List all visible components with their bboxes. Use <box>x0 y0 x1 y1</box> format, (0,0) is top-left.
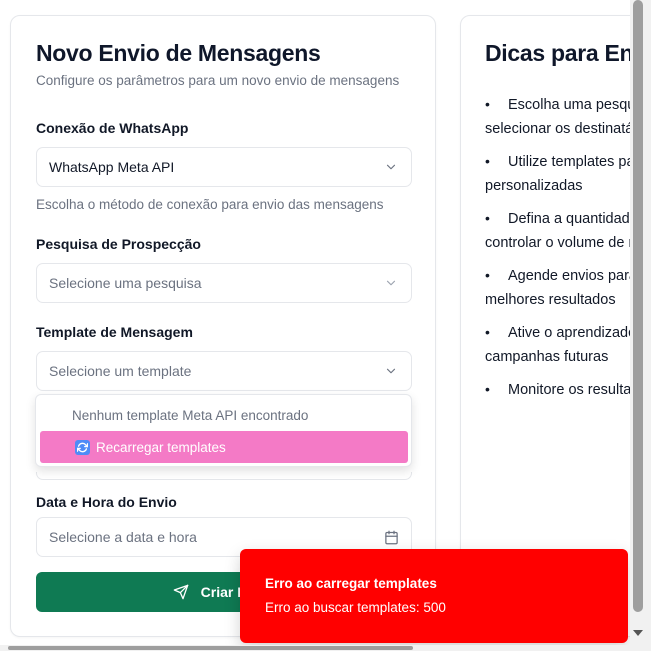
tip-item: •Agende envios para horários commelhores… <box>485 267 630 308</box>
page-viewport: Novo Envio de Mensagens Configure os par… <box>0 0 630 645</box>
connection-helper-text: Escolha o método de conexão para envio d… <box>36 197 384 212</box>
template-dropdown-menu: Nenhum template Meta API encontrado Reca… <box>35 394 412 467</box>
refresh-icon <box>75 439 90 455</box>
toast-description: Erro ao buscar templates: 500 <box>265 600 446 615</box>
horizontal-scrollbar[interactable] <box>0 645 630 651</box>
tip-item: •Escolha uma pesquisa paraselecionar os … <box>485 96 630 137</box>
form-subtitle: Configure os parâmetros para um novo env… <box>36 73 400 88</box>
vertical-scroll-thumb[interactable] <box>633 0 643 612</box>
chevron-down-icon <box>383 159 399 175</box>
tips-title: Dicas para Envio <box>485 40 630 66</box>
datetime-label: Data e Hora do Envio <box>36 494 177 510</box>
template-select[interactable]: Selecione um template <box>36 351 412 391</box>
tip-item: •Defina a quantidade de envios paracontr… <box>485 210 630 251</box>
tip-item: •Monitore os resultados <box>485 381 630 398</box>
toast-title: Erro ao carregar templates <box>265 576 437 591</box>
survey-label: Pesquisa de Prospecção <box>36 236 201 252</box>
tips-card: Dicas para Envio •Escolha uma pesquisa p… <box>460 15 630 637</box>
reload-templates-label: Recarregar templates <box>96 439 226 455</box>
obscured-field <box>36 472 412 480</box>
vertical-scrollbar[interactable] <box>630 0 651 651</box>
tips-list: •Escolha uma pesquisa paraselecionar os … <box>485 92 630 410</box>
connection-label: Conexão de WhatsApp <box>36 120 189 136</box>
survey-select[interactable]: Selecione uma pesquisa <box>36 263 412 303</box>
connection-select-value: WhatsApp Meta API <box>49 159 175 175</box>
form-title: Novo Envio de Mensagens <box>36 40 321 66</box>
chevron-down-icon <box>383 363 399 379</box>
send-icon <box>173 584 189 600</box>
template-label: Template de Mensagem <box>36 324 193 340</box>
horizontal-scroll-thumb[interactable] <box>8 646 413 650</box>
chevron-down-icon <box>383 275 399 291</box>
reload-templates-option[interactable]: Recarregar templates <box>40 431 408 463</box>
calendar-icon <box>383 529 399 545</box>
tip-item: •Ative o aprendizado para otimizarcampan… <box>485 324 630 365</box>
tip-item: •Utilize templates para mensagenspersona… <box>485 153 630 194</box>
scroll-down-arrow-icon[interactable] <box>633 630 643 636</box>
error-toast[interactable]: Erro ao carregar templates Erro ao busca… <box>240 549 628 643</box>
template-select-placeholder: Selecione um template <box>49 363 192 379</box>
no-templates-message: Nenhum template Meta API encontrado <box>72 408 309 423</box>
connection-select[interactable]: WhatsApp Meta API <box>36 147 412 187</box>
new-send-form-card: Novo Envio de Mensagens Configure os par… <box>10 15 436 637</box>
survey-select-placeholder: Selecione uma pesquisa <box>49 275 202 291</box>
datetime-placeholder: Selecione a data e hora <box>49 529 197 545</box>
